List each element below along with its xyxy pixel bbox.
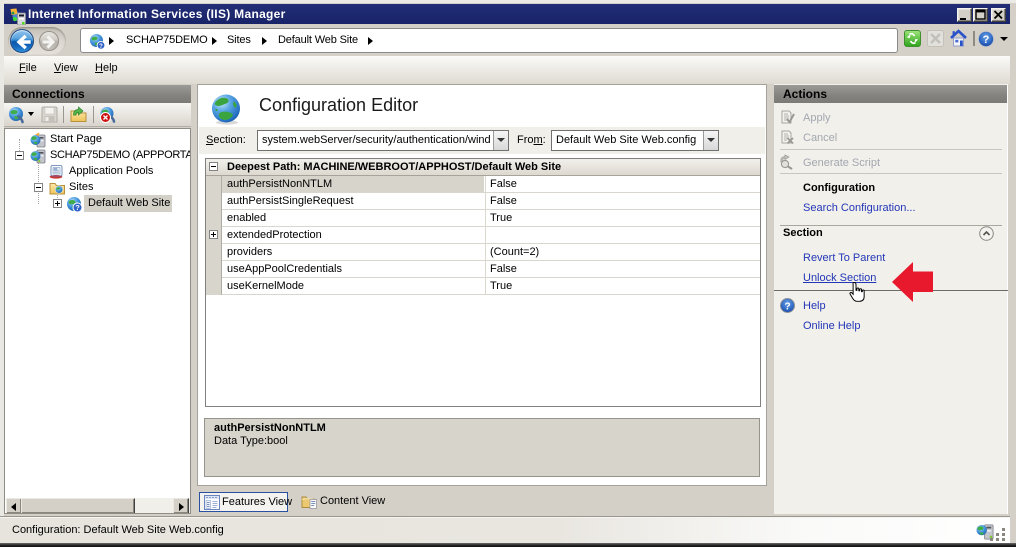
svg-text:?: ? xyxy=(784,301,790,312)
svg-text:?: ? xyxy=(983,34,990,46)
svg-text:?: ? xyxy=(75,203,80,212)
svg-text:?: ? xyxy=(99,44,103,50)
